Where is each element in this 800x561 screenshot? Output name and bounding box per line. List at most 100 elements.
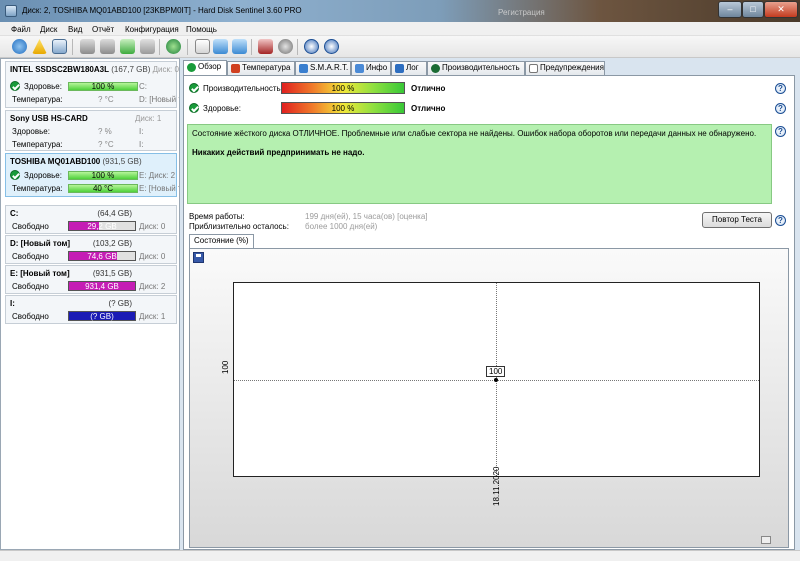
menu-view[interactable]: Вид xyxy=(68,25,82,34)
free-value: 931,4 GB xyxy=(85,282,119,291)
scrollbar[interactable] xyxy=(761,536,771,544)
disk-ok-icon[interactable] xyxy=(120,39,135,54)
health-value: 100 % xyxy=(91,171,115,180)
disk-number: Диск: 1 xyxy=(135,114,162,123)
health-value: 100 % xyxy=(331,104,355,113)
menu-configuration[interactable]: Конфигурация xyxy=(125,25,179,34)
performance-value: 100 % xyxy=(331,84,355,93)
gear-icon[interactable] xyxy=(278,39,293,54)
tab-health-history[interactable]: Состояние (%) xyxy=(189,234,254,248)
send-report-icon[interactable] xyxy=(213,39,228,54)
mail-icon[interactable] xyxy=(232,39,247,54)
menu-file[interactable]: Файл xyxy=(11,25,31,34)
tab-alerts[interactable]: Предупреждения xyxy=(525,61,605,75)
disk-size: (167,7 GB) xyxy=(111,65,151,74)
y-tick-label: 100 xyxy=(221,360,230,374)
maximize-button[interactable]: □ xyxy=(742,1,764,18)
thermometer-icon xyxy=(231,64,240,73)
health-label: Здоровье: xyxy=(24,171,62,180)
monitor-icon[interactable] xyxy=(258,39,273,54)
gauge-icon xyxy=(431,64,440,73)
minimize-button[interactable]: – xyxy=(718,1,742,18)
performance-bar: 100 % xyxy=(281,82,405,94)
help-icon[interactable]: ? xyxy=(775,83,786,94)
health-bar: 100 % xyxy=(281,102,405,114)
free-value: 74,6 GB xyxy=(87,252,117,261)
disk-health-row: Здоровье: ? % I: xyxy=(10,126,176,137)
volume-letter: I: xyxy=(139,140,144,149)
volume-size: (103,2 GB) xyxy=(92,239,132,248)
action-text: Никаких действий предпринимать не надо. xyxy=(192,148,365,157)
temp-value: ? °C xyxy=(98,95,114,104)
refresh-icon[interactable] xyxy=(12,39,27,54)
disk-entry-1[interactable]: Sony USB HS-CARD Диск: 1 Здоровье: ? % I… xyxy=(5,110,177,151)
menu-help[interactable]: Помощь xyxy=(186,25,217,34)
warning-icon[interactable] xyxy=(32,39,47,54)
free-space-bar: 74,6 GB xyxy=(68,251,136,261)
save-icon[interactable] xyxy=(193,252,204,263)
health-row: Здоровье: 100 % Отлично xyxy=(189,102,789,115)
volume-entry-1[interactable]: D: [Новый том] (103,2 GB) Свободно 74,6 … xyxy=(5,235,177,264)
performance-rating: Отлично xyxy=(411,84,446,93)
help-icon[interactable] xyxy=(304,39,319,54)
volume-entry-0[interactable]: C: (64,4 GB) Свободно 29,2 GB Диск: 0 xyxy=(5,205,177,234)
volume-size: (931,5 GB) xyxy=(92,269,132,278)
surface-test-icon[interactable] xyxy=(100,39,115,54)
tab-temperature[interactable]: Температура xyxy=(227,61,295,75)
disk-number: Диск: 0 xyxy=(152,65,179,74)
help-icon[interactable]: ? xyxy=(775,215,786,226)
disk-name: TOSHIBA MQ01ABD100 xyxy=(10,157,101,166)
app-icon xyxy=(5,5,17,17)
status-text-box: Состояние жёсткого диска ОТЛИЧНОЕ. Пробл… xyxy=(187,124,772,204)
disk-list-panel: INTEL SSDSC2BW180A3L (167,7 GB) Диск: 0 … xyxy=(0,58,180,550)
disk-size: (931,5 GB) xyxy=(102,157,142,166)
disk-test-icon[interactable] xyxy=(80,39,95,54)
disk-entry-0[interactable]: INTEL SSDSC2BW180A3L (167,7 GB) Диск: 0 … xyxy=(5,61,179,108)
disk-entry-2[interactable]: TOSHIBA MQ01ABD100 (931,5 GB) Здоровье: … xyxy=(5,153,179,197)
disk-settings-icon[interactable] xyxy=(140,39,155,54)
window-title: Диск: 2, TOSHIBA MQ01ABD100 [23KBPM0IT] … xyxy=(22,6,302,15)
volume-letter: E: [Новый то xyxy=(139,184,179,193)
volume-name: E: [Новый том] xyxy=(10,269,70,278)
temp-value: ? °C xyxy=(98,140,114,149)
registration-text: Регистрация xyxy=(498,8,545,17)
free-space-bar: 29,2 GB xyxy=(68,221,136,231)
volume-entry-2[interactable]: E: [Новый том] (931,5 GB) Свободно 931,4… xyxy=(5,265,177,294)
chart-plot-area: 100 xyxy=(233,282,760,477)
tab-info[interactable]: Инфо xyxy=(351,61,391,75)
status-text: Состояние жёсткого диска ОТЛИЧНОЕ. Пробл… xyxy=(192,129,757,138)
document-icon[interactable] xyxy=(195,39,210,54)
tab-smart[interactable]: S.M.A.R.T. xyxy=(295,61,351,75)
info-icon[interactable] xyxy=(324,39,339,54)
volume-disk: Диск: 2 xyxy=(139,282,166,291)
free-label: Свободно xyxy=(12,282,49,291)
alert-icon xyxy=(529,64,538,73)
menu-disk[interactable]: Диск xyxy=(40,25,57,34)
disk-health-row: Здоровье: 100 % E: Диск: 2 xyxy=(10,170,176,181)
disk-number: E: Диск: 2 xyxy=(139,171,176,180)
health-label: Здоровье: xyxy=(12,127,50,136)
data-label: 100 xyxy=(486,366,506,377)
uptime-value: 199 дня(ей), 15 часа(ов) [оценка] xyxy=(305,212,428,221)
help-icon[interactable]: ? xyxy=(775,126,786,137)
data-point xyxy=(494,378,498,382)
help-icon[interactable]: ? xyxy=(775,103,786,114)
temp-label: Температура: xyxy=(12,95,63,104)
check-icon xyxy=(187,63,196,72)
toolbar xyxy=(0,36,800,58)
free-label: Свободно xyxy=(12,222,49,231)
volume-entry-3[interactable]: I: (? GB) Свободно (? GB) Диск: 1 xyxy=(5,295,177,324)
report-icon[interactable] xyxy=(52,39,67,54)
tab-performance[interactable]: Производительность xyxy=(427,61,525,75)
globe-icon[interactable] xyxy=(166,39,181,54)
close-button[interactable]: ✕ xyxy=(764,1,798,18)
tab-log[interactable]: Лог xyxy=(391,61,427,75)
status-bar xyxy=(0,550,800,561)
menu-report[interactable]: Отчёт xyxy=(92,25,114,34)
retest-button[interactable]: Повтор Теста xyxy=(702,212,772,228)
remaining-value: более 1000 дня(ей) xyxy=(305,222,378,231)
free-value: 29,2 GB xyxy=(87,222,117,231)
tab-overview[interactable]: Обзор xyxy=(183,60,227,76)
free-space-bar: (? GB) xyxy=(68,311,136,321)
disk-temp-row: Температура: ? °C D: [Новый то xyxy=(10,94,179,105)
